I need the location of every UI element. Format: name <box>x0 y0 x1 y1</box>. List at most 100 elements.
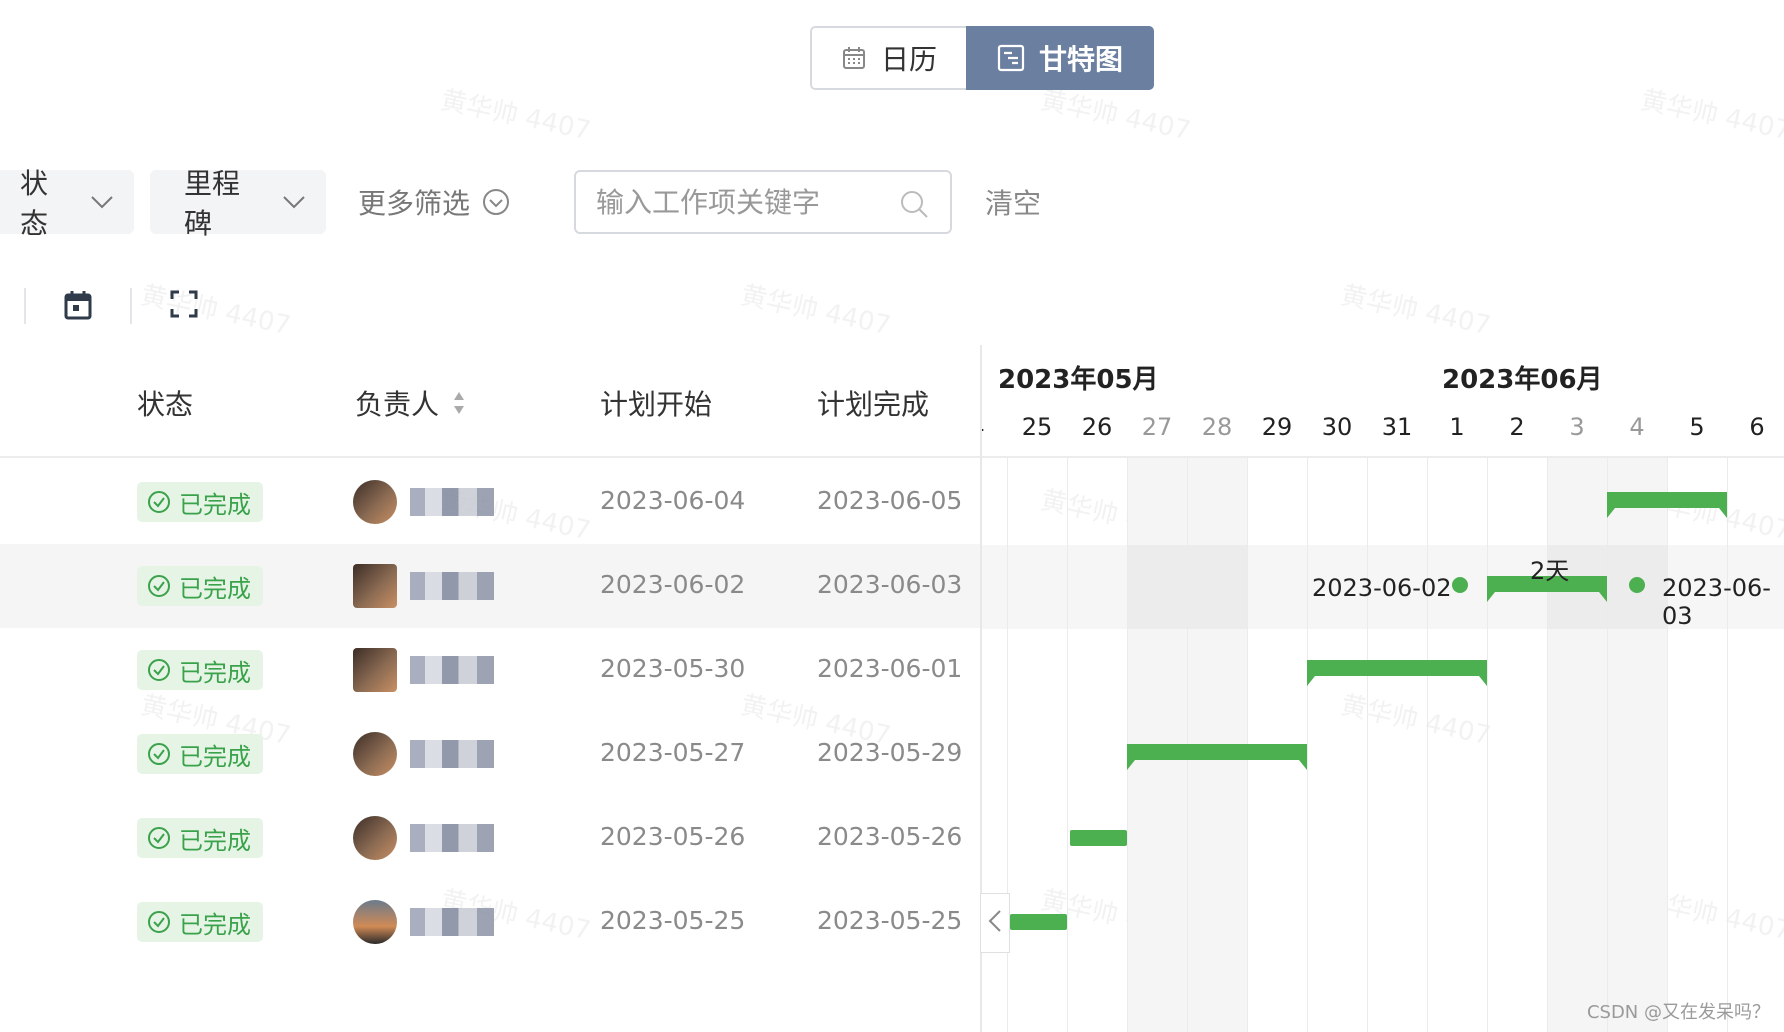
milestone-filter-label: 里程碑 <box>184 167 241 240</box>
end-handle[interactable] <box>1629 577 1645 593</box>
more-filters-button[interactable]: 更多筛选 <box>358 170 510 234</box>
calendar-view-label: 日历 <box>880 43 937 76</box>
status-badge: 已完成 <box>137 902 263 942</box>
toolbar-divider <box>24 288 26 324</box>
toolbar-divider <box>130 288 132 324</box>
table-row[interactable]: 已完成 2023-05-27 2023-05-29 <box>0 712 980 796</box>
gantt-header-border <box>982 456 1784 458</box>
plan-end-cell: 2023-05-26 <box>817 822 963 851</box>
avatar <box>353 900 397 944</box>
gantt-view-label: 甘特图 <box>1038 43 1123 76</box>
owner-name-redacted <box>410 488 494 516</box>
month-label: 2023年05月 <box>998 365 1159 395</box>
day-label: 30 <box>1321 413 1353 441</box>
day-label: 1 <box>1449 413 1465 441</box>
chevron-left-icon <box>988 909 1002 937</box>
plan-end-cell: 2023-05-25 <box>817 906 963 935</box>
scroll-left-button[interactable] <box>980 893 1010 953</box>
avatar <box>353 648 397 692</box>
plan-end-cell: 2023-05-29 <box>817 738 963 767</box>
chevron-circle-down-icon <box>482 188 510 216</box>
sort-icon[interactable] <box>453 390 465 416</box>
fullscreen-icon[interactable] <box>170 290 198 318</box>
watermark: 黄华帅 4407 <box>438 85 594 147</box>
table-row[interactable]: 已完成 2023-05-25 2023-05-25 <box>0 880 980 964</box>
grid-line <box>1547 458 1548 1032</box>
search-input[interactable] <box>596 185 886 219</box>
status-filter[interactable]: 状态 <box>0 167 134 240</box>
plan-start-cell: 2023-05-26 <box>600 822 746 851</box>
owner-column-label: 负责人 <box>355 388 440 421</box>
plan-start-cell: 2023-06-02 <box>600 570 746 599</box>
day-label: 29 <box>1261 413 1293 441</box>
check-circle-icon <box>147 742 171 766</box>
gantt-chart: 2023年05月 2023年06月 425262728293031123456 … <box>980 345 1784 1032</box>
owner-name-redacted <box>410 656 494 684</box>
plan-start-cell: 2023-06-04 <box>600 486 746 515</box>
owner-column-header[interactable]: 负责人 <box>355 383 465 423</box>
plan-start-cell: 2023-05-30 <box>600 654 746 683</box>
status-label: 已完成 <box>179 826 251 855</box>
table-row[interactable]: 已完成 2023-06-04 2023-06-05 <box>0 460 980 544</box>
gantt-icon <box>997 44 1025 72</box>
owner-name-redacted <box>410 824 494 852</box>
plan-end-cell: 2023-06-01 <box>817 654 963 683</box>
plan-end-cell: 2023-06-05 <box>817 486 963 515</box>
grid-line <box>1307 458 1308 1032</box>
status-filter-label: 状态 <box>20 167 49 240</box>
avatar <box>353 564 397 608</box>
day-label: 26 <box>1081 413 1113 441</box>
status-label: 已完成 <box>179 490 251 519</box>
search-icon[interactable] <box>898 188 930 220</box>
plan-start-cell: 2023-05-25 <box>600 906 746 935</box>
grid-line <box>1667 458 1668 1032</box>
clear-button[interactable]: 清空 <box>985 170 1041 234</box>
check-circle-icon <box>147 910 171 934</box>
day-label: 3 <box>1569 413 1585 441</box>
duration-label: 2天 <box>1530 557 1570 585</box>
credit-text: CSDN @又在发呆吗？ <box>1586 1002 1770 1023</box>
watermark: 黄华帅 4407 <box>1638 85 1784 147</box>
status-badge: 已完成 <box>137 734 263 774</box>
day-label: 4 <box>1629 413 1645 441</box>
check-circle-icon <box>147 490 171 514</box>
grid-line <box>1607 458 1608 1032</box>
grid-line <box>1067 458 1068 1032</box>
grid-line <box>1487 458 1488 1032</box>
day-label: 31 <box>1381 413 1413 441</box>
table-row[interactable]: 已完成 2023-06-02 2023-06-03 <box>0 544 980 628</box>
table-row[interactable]: 已完成 2023-05-26 2023-05-26 <box>0 796 980 880</box>
check-circle-icon <box>147 826 171 850</box>
gantt-bar[interactable] <box>1070 830 1127 846</box>
watermark: 黄华帅 4407 <box>138 280 294 342</box>
plan-start-cell: 2023-05-27 <box>600 738 746 767</box>
watermark: 黄华帅 4407 <box>1338 280 1494 342</box>
start-handle[interactable] <box>1452 577 1468 593</box>
gantt-bar[interactable] <box>1607 492 1727 518</box>
day-label: 4 <box>982 413 1007 441</box>
gantt-bar[interactable] <box>1127 744 1307 770</box>
milestone-filter[interactable]: 里程碑 <box>150 167 326 240</box>
bar-start-date-label: 2023-06-02 <box>1312 574 1452 602</box>
day-label: 28 <box>1201 413 1233 441</box>
day-label: 25 <box>1021 413 1053 441</box>
gantt-bar[interactable] <box>1010 914 1067 930</box>
table-row[interactable]: 已完成 2023-05-30 2023-06-01 <box>0 628 980 712</box>
gantt-bar[interactable] <box>1307 660 1487 686</box>
avatar <box>353 732 397 776</box>
watermark: 黄华帅 4407 <box>738 280 894 342</box>
status-badge: 已完成 <box>137 482 263 522</box>
today-calendar-icon[interactable] <box>64 290 92 320</box>
check-circle-icon <box>147 574 171 598</box>
day-label: 5 <box>1689 413 1705 441</box>
check-circle-icon <box>147 658 171 682</box>
calendar-view-button[interactable]: 日历 <box>810 26 966 90</box>
plan-end-column-header: 计划完成 <box>817 388 930 421</box>
status-label: 已完成 <box>179 742 251 771</box>
day-label: 2 <box>1509 413 1525 441</box>
plan-end-cell: 2023-06-03 <box>817 570 963 599</box>
gantt-view-button[interactable]: 甘特图 <box>966 26 1154 90</box>
status-column-header: 状态 <box>137 388 194 421</box>
status-label: 已完成 <box>179 658 251 687</box>
search-box <box>574 170 952 234</box>
